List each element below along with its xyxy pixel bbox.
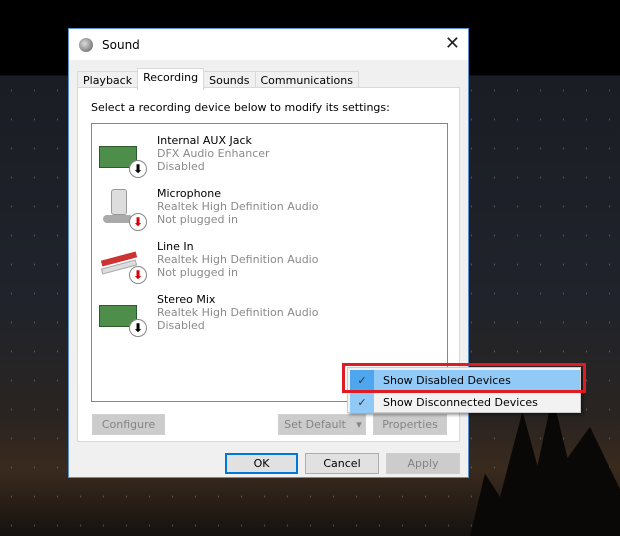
menu-item-show-disconnected-devices[interactable]: ✓ Show Disconnected Devices	[350, 392, 580, 413]
device-item[interactable]: ⬇ Microphone Realtek High Definition Aud…	[97, 187, 437, 237]
ok-button[interactable]: OK	[225, 453, 298, 474]
device-name: Internal AUX Jack	[157, 134, 252, 147]
configure-button[interactable]: Configure	[92, 414, 165, 435]
device-driver: Realtek High Definition Audio	[157, 306, 319, 319]
device-name: Stereo Mix	[157, 293, 216, 306]
checkmark-icon: ✓	[350, 392, 374, 413]
device-name: Line In	[157, 240, 194, 253]
title-bar: Sound ✕	[69, 29, 468, 60]
speaker-icon	[79, 37, 93, 52]
device-status: Disabled	[157, 319, 205, 332]
window-title: Sound	[102, 37, 140, 52]
annotation-highlight-box	[342, 363, 586, 393]
properties-button[interactable]: Properties	[373, 414, 447, 435]
device-driver: DFX Audio Enhancer	[157, 147, 270, 160]
line-in-cable-icon: ⬇	[97, 242, 147, 284]
instruction-text: Select a recording device below to modif…	[91, 101, 390, 114]
device-item[interactable]: ⬇ Internal AUX Jack DFX Audio Enhancer D…	[97, 134, 437, 184]
tab-recording[interactable]: Recording	[137, 68, 205, 90]
sound-card-icon: ⬇	[97, 136, 147, 178]
apply-button[interactable]: Apply	[386, 453, 460, 474]
device-name: Microphone	[157, 187, 222, 200]
device-driver: Realtek High Definition Audio	[157, 200, 319, 213]
close-icon[interactable]: ✕	[445, 33, 460, 54]
set-default-dropdown[interactable]: ▾	[352, 414, 366, 435]
device-item[interactable]: ⬇ Stereo Mix Realtek High Definition Aud…	[97, 293, 437, 343]
device-list[interactable]: ⬇ Internal AUX Jack DFX Audio Enhancer D…	[91, 123, 448, 402]
device-status: Not plugged in	[157, 213, 239, 226]
device-driver: Realtek High Definition Audio	[157, 253, 319, 266]
device-item[interactable]: ⬇ Line In Realtek High Definition Audio …	[97, 240, 437, 290]
microphone-icon: ⬇	[97, 189, 147, 231]
cancel-button[interactable]: Cancel	[305, 453, 379, 474]
device-status: Disabled	[157, 160, 205, 173]
device-status: Not plugged in	[157, 266, 239, 279]
set-default-button[interactable]: Set Default	[278, 414, 352, 435]
menu-item-label: Show Disconnected Devices	[383, 396, 538, 409]
sound-card-icon: ⬇	[97, 295, 147, 337]
